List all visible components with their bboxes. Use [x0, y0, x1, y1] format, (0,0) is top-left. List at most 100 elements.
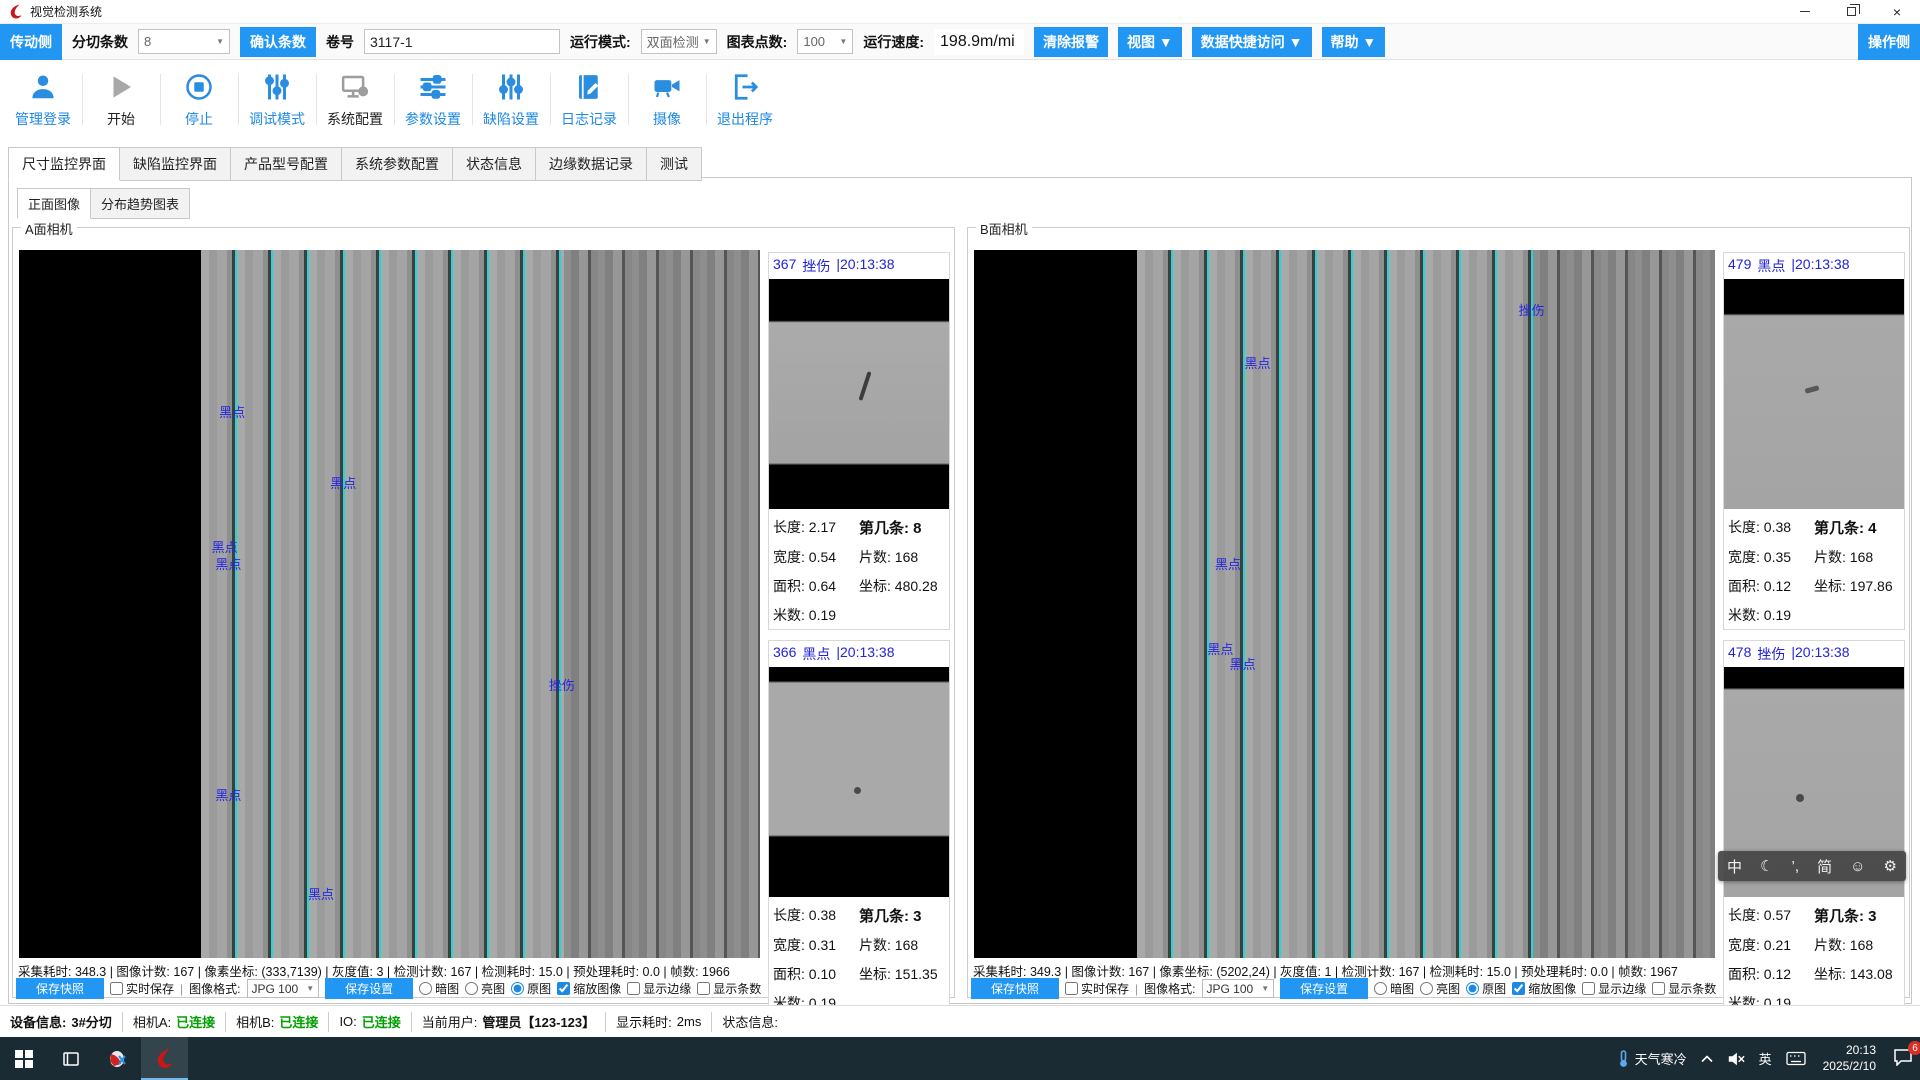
tab-distribution-trend-chart[interactable]: 分布趋势图表	[91, 188, 190, 219]
tray-overflow-button[interactable]	[1694, 1037, 1720, 1080]
exit-program-button[interactable]: 退出程序	[706, 61, 784, 138]
title-bar: 视觉检测系统 ×	[0, 0, 1920, 24]
log-record-button[interactable]: 日志记录	[550, 61, 628, 138]
bright-image-radio[interactable]: 亮图	[1420, 980, 1460, 997]
defect-annotation: 黑点	[212, 537, 238, 556]
dark-image-radio[interactable]: 暗图	[419, 980, 459, 997]
ime-language-bar[interactable]: 中 ☾ ’, 简 ☺ ⚙	[1718, 851, 1906, 881]
ime-chinese-mode[interactable]: 中	[1727, 856, 1742, 877]
original-image-radio[interactable]: 原图	[511, 980, 551, 997]
view-menu-button[interactable]: 视图 ▼	[1118, 27, 1182, 57]
bright-image-radio[interactable]: 亮图	[465, 980, 505, 997]
tab-size-monitor[interactable]: 尺寸监控界面	[8, 147, 120, 181]
clock[interactable]: 20:13 2025/2/10	[1813, 1043, 1886, 1074]
data-access-menu-button[interactable]: 数据快捷访问 ▼	[1192, 27, 1312, 57]
chart-points-select[interactable]: 100▼	[797, 29, 853, 54]
debug-mode-button[interactable]: 调试模式	[238, 61, 316, 138]
defect-card[interactable]: 367挫伤|20:13:38 长度: 2.17 第几条: 8 宽度: 0.54 …	[768, 252, 950, 630]
save-snapshot-button[interactable]: 保存快照	[16, 978, 104, 999]
vision-app-button[interactable]	[141, 1037, 188, 1080]
save-settings-button[interactable]: 保存设置	[1280, 978, 1368, 999]
start-button[interactable]	[0, 1037, 47, 1080]
system-config-button[interactable]: 系统配置	[316, 61, 394, 138]
touch-keyboard-button[interactable]	[1779, 1037, 1813, 1080]
drive-side-button[interactable]: 传动侧	[0, 24, 62, 60]
tab-edge-data-record[interactable]: 边缘数据记录	[536, 147, 647, 181]
current-user-label: 当前用户:	[422, 1012, 478, 1031]
weather-widget[interactable]: 天气寒冷	[1609, 1037, 1694, 1080]
image-format-select[interactable]: JPG 100▼	[1202, 979, 1275, 998]
help-menu-button[interactable]: 帮助 ▼	[1322, 27, 1386, 57]
moon-icon[interactable]: ☾	[1760, 857, 1773, 875]
realtime-save-checkbox[interactable]: 实时保存	[110, 980, 174, 997]
stop-button[interactable]: 停止	[160, 61, 238, 138]
defect-card[interactable]: 366黑点|20:13:38 长度: 0.38 第几条: 3 宽度: 0.31 …	[768, 640, 950, 1018]
defect-card[interactable]: 478挫伤|20:13:38 长度: 0.57 第几条: 3 宽度: 0.21 …	[1723, 640, 1905, 1018]
realtime-save-checkbox[interactable]: 实时保存	[1065, 980, 1129, 997]
roll-input[interactable]	[364, 29, 560, 54]
pinned-app-button[interactable]	[94, 1037, 141, 1080]
slit-count-select[interactable]: 8▼	[138, 29, 230, 54]
display-time-label: 显示耗时:	[616, 1012, 672, 1031]
volume-button[interactable]	[1720, 1037, 1752, 1080]
camera-a-image[interactable]: 黑点黑点黑点黑点挫伤黑点黑点	[19, 250, 760, 958]
user-icon	[28, 70, 58, 104]
show-edge-checkbox[interactable]: 显示边缘	[627, 980, 691, 997]
show-edge-checkbox[interactable]: 显示边缘	[1582, 980, 1646, 997]
restore-button[interactable]	[1828, 0, 1874, 23]
original-image-radio[interactable]: 原图	[1466, 980, 1506, 997]
main-toolbar: 传动侧 分切条数 8▼ 确认条数 卷号 运行模式: 双面检测▼ 图表点数: 10…	[0, 24, 1920, 60]
notification-center-button[interactable]: 6	[1886, 1037, 1920, 1080]
zoom-image-checkbox[interactable]: 缩放图像	[557, 980, 621, 997]
current-user-value: 管理员【123-123】	[482, 1012, 595, 1031]
tab-front-image[interactable]: 正面图像	[17, 188, 91, 219]
zoom-image-checkbox[interactable]: 缩放图像	[1512, 980, 1576, 997]
parameter-settings-button[interactable]: 参数设置	[394, 61, 472, 138]
display-time-value: 2ms	[677, 1014, 702, 1029]
clear-alarm-button[interactable]: 清除报警	[1034, 27, 1108, 57]
admin-login-button[interactable]: 管理登录	[4, 61, 82, 138]
defect-card[interactable]: 479黑点|20:13:38 长度: 0.38 第几条: 4 宽度: 0.35 …	[1723, 252, 1905, 630]
run-mode-select[interactable]: 双面检测▼	[641, 29, 717, 54]
camera-b-image[interactable]: 挫伤黑点黑点黑点黑点	[974, 250, 1715, 958]
confirm-count-button[interactable]: 确认条数	[240, 27, 316, 57]
chart-points-label: 图表点数:	[727, 32, 788, 52]
main-tab-bar: 尺寸监控界面 缺陷监控界面 产品型号配置 系统参数配置 状态信息 边缘数据记录 …	[8, 147, 702, 181]
show-strips-checkbox[interactable]: 显示条数	[697, 980, 761, 997]
video-camera-icon	[651, 70, 683, 104]
tab-defect-monitor[interactable]: 缺陷监控界面	[120, 147, 231, 181]
sliders-vertical-icon	[496, 70, 526, 104]
close-button[interactable]: ×	[1874, 0, 1920, 23]
window-title: 视觉检测系统	[30, 3, 102, 20]
ime-settings-gear-icon[interactable]: ⚙	[1883, 857, 1896, 875]
show-strips-checkbox[interactable]: 显示条数	[1652, 980, 1716, 997]
tab-system-param-config[interactable]: 系统参数配置	[342, 147, 453, 181]
speed-label: 运行速度:	[863, 32, 924, 52]
emoji-icon[interactable]: ☺	[1850, 858, 1865, 875]
dark-image-radio[interactable]: 暗图	[1374, 980, 1414, 997]
camera-b-title: B面相机	[976, 219, 1032, 238]
sub-tab-bar: 正面图像 分布趋势图表	[17, 188, 190, 219]
windows-logo-icon	[15, 1050, 33, 1068]
camera-a-controls: 保存快照 实时保存 |图像格式: JPG 100▼ 保存设置 暗图 亮图 原图 …	[16, 979, 761, 998]
save-snapshot-button[interactable]: 保存快照	[971, 978, 1059, 999]
task-view-button[interactable]	[47, 1037, 94, 1080]
minimize-button[interactable]	[1782, 0, 1828, 23]
punctuation-mode-icon[interactable]: ’,	[1792, 858, 1800, 875]
save-settings-button[interactable]: 保存设置	[325, 978, 413, 999]
defect-annotation: 黑点	[215, 554, 241, 573]
tab-status-info[interactable]: 状态信息	[453, 147, 536, 181]
image-format-select[interactable]: JPG 100▼	[247, 979, 320, 998]
defect-annotation: 黑点	[308, 884, 334, 903]
icon-toolbar: 管理登录 开始 停止 调试模式 系统配置 参数设置 缺陷设置 日志记录 摄像 退…	[0, 61, 1920, 138]
input-language-indicator[interactable]: 英	[1752, 1037, 1779, 1080]
tab-product-model-config[interactable]: 产品型号配置	[231, 147, 342, 181]
capture-button[interactable]: 摄像	[628, 61, 706, 138]
simplified-mode[interactable]: 简	[1817, 856, 1832, 877]
tab-test[interactable]: 测试	[647, 147, 702, 181]
operate-side-button[interactable]: 操作侧	[1858, 24, 1920, 60]
slit-count-label: 分切条数	[72, 32, 128, 52]
chevron-down-icon: ▼	[700, 37, 714, 46]
defect-settings-button[interactable]: 缺陷设置	[472, 61, 550, 138]
start-button[interactable]: 开始	[82, 61, 160, 138]
